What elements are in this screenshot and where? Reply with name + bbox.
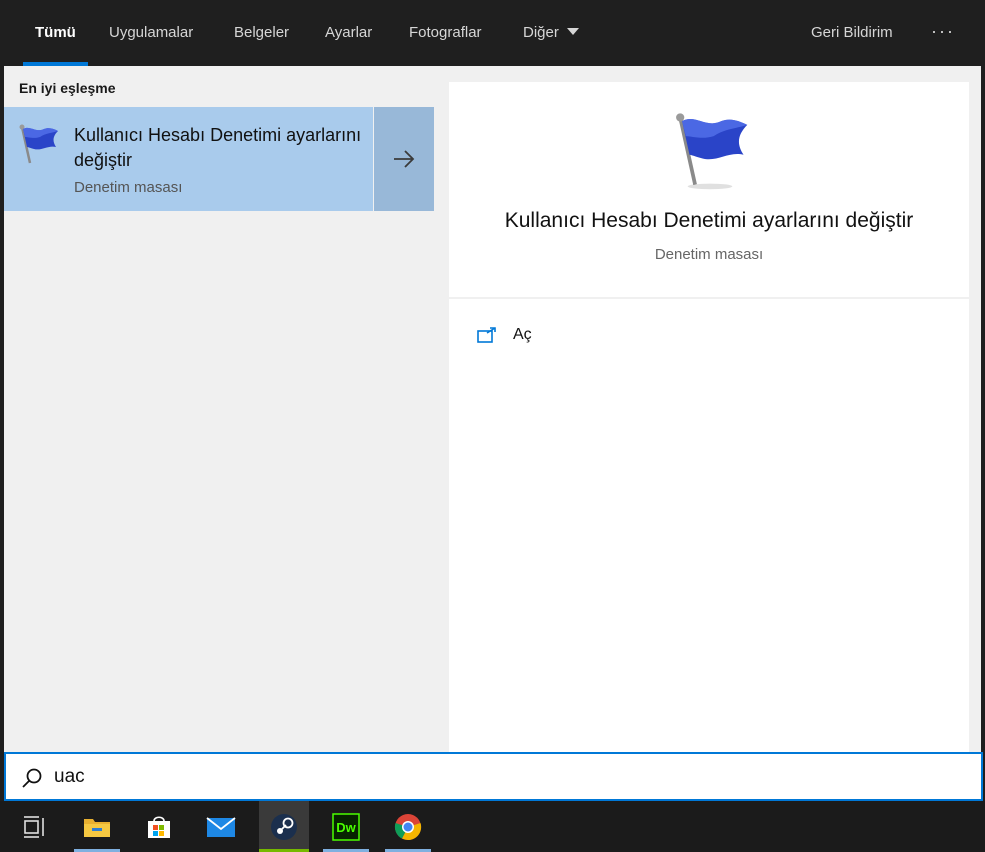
search-window: Tümü Uygulamalar Belgeler Ayarlar Fotogr… (0, 0, 985, 852)
search-box[interactable] (4, 752, 983, 801)
chrome-button[interactable] (383, 801, 433, 852)
tab-more-categories-label: Diğer (523, 24, 559, 41)
caret-down-icon (566, 28, 579, 35)
preview-subtitle: Denetim masası (654, 246, 764, 263)
tab-apps[interactable]: Uygulamalar (109, 0, 193, 66)
search-icon (22, 768, 42, 788)
mail-button[interactable] (196, 801, 246, 852)
feedback-button[interactable]: Geri Bildirim (811, 0, 893, 66)
open-action[interactable]: Aç (477, 321, 532, 349)
tab-all[interactable]: Tümü (23, 0, 88, 66)
preview-card: Kullanıcı Hesabı Denetimi ayarlarını değ… (449, 82, 969, 297)
microsoft-store-icon (148, 815, 170, 838)
preview-title: Kullanıcı Hesabı Denetimi ayarlarını değ… (504, 209, 914, 232)
tab-photos[interactable]: Fotograflar (409, 0, 482, 66)
search-input[interactable] (54, 754, 934, 799)
results-pane: En iyi eşleşme Kullanıcı Hesabı Denetimi… (4, 66, 443, 752)
uac-flag-icon (19, 124, 58, 164)
best-match-subtitle: Denetim masası (74, 179, 183, 196)
steam-button[interactable] (259, 801, 309, 852)
preview-pane: Kullanıcı Hesabı Denetimi ayarlarını değ… (443, 66, 981, 752)
best-match-heading: En iyi eşleşme (19, 80, 116, 96)
tab-documents[interactable]: Belgeler (234, 0, 289, 66)
svg-text:Dw: Dw (336, 820, 356, 835)
task-view-button[interactable] (10, 801, 60, 852)
microsoft-store-button[interactable] (134, 801, 184, 852)
chrome-icon (394, 813, 422, 840)
steam-icon (271, 813, 297, 840)
task-view-icon (24, 815, 44, 838)
best-match-title: Kullanıcı Hesabı Denetimi ayarlarını değ… (74, 125, 362, 170)
file-explorer-icon (84, 818, 110, 837)
dreamweaver-icon: Dw (332, 812, 360, 841)
tab-more-categories[interactable]: Diğer (523, 0, 579, 66)
mail-icon (206, 816, 236, 837)
arrow-right-icon (394, 150, 415, 168)
best-match-result[interactable]: Kullanıcı Hesabı Denetimi ayarlarını değ… (4, 107, 373, 211)
expand-preview-button[interactable] (374, 107, 434, 211)
open-action-label: Aç (513, 326, 532, 343)
more-options-button[interactable]: ··· (931, 0, 955, 66)
open-icon (477, 327, 496, 343)
preview-actions: Aç (449, 299, 969, 752)
tab-settings[interactable]: Ayarlar (325, 0, 372, 66)
search-tab-bar: Tümü Uygulamalar Belgeler Ayarlar Fotogr… (4, 0, 985, 66)
dreamweaver-button[interactable]: Dw (321, 801, 371, 852)
file-explorer-button[interactable] (72, 801, 122, 852)
uac-flag-icon (676, 113, 748, 190)
taskbar: Dw (0, 801, 985, 852)
